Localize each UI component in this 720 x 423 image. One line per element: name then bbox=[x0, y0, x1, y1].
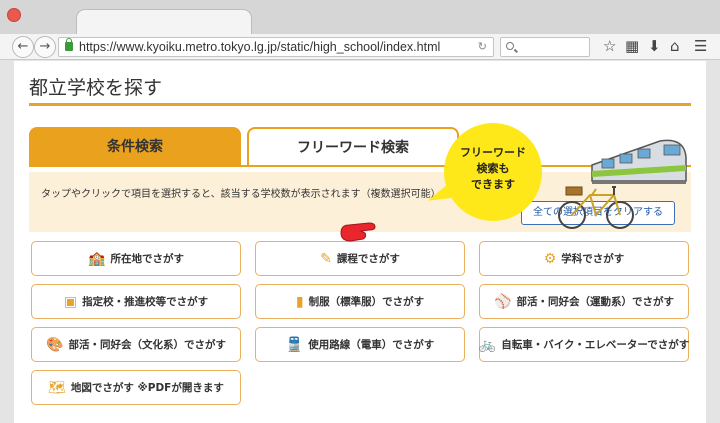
browser-tab[interactable] bbox=[76, 9, 252, 35]
window-close-button[interactable] bbox=[7, 8, 21, 22]
search-by-department-button[interactable]: ⚙ 学科でさがす bbox=[479, 241, 689, 276]
search-icon bbox=[506, 42, 514, 50]
button-label: 使用路線（電車）でさがす bbox=[308, 339, 435, 351]
bookmark-star-icon[interactable]: ☆ bbox=[603, 37, 616, 55]
search-by-bicycle-button[interactable]: 🚲 自転車・バイク・エレベーターでさがす bbox=[479, 327, 689, 362]
map-icon: 🗺 bbox=[48, 379, 66, 396]
palette-icon: 🎨 bbox=[46, 336, 64, 353]
browser-toolbar: ← → https://www.kyoiku.metro.tokyo.lg.jp… bbox=[0, 34, 720, 60]
title-divider bbox=[29, 103, 691, 106]
button-label: 部活・同好会（文化系）でさがす bbox=[68, 339, 226, 351]
document-icon: ▣ bbox=[63, 293, 78, 310]
freeword-callout-bubble: フリーワード 検索も できます bbox=[444, 123, 542, 221]
button-label: 地図でさがす ※PDFが開きます bbox=[70, 382, 224, 394]
train-illustration bbox=[591, 139, 687, 184]
bookmarks-list-icon[interactable]: ▦ bbox=[625, 37, 639, 55]
callout-text: フリーワード 検索も できます bbox=[460, 146, 526, 191]
button-label: 課程でさがす bbox=[336, 253, 400, 265]
tab-freeword-search[interactable]: フリーワード検索 bbox=[247, 127, 459, 167]
search-by-culture-club-button[interactable]: 🎨 部活・同好会（文化系）でさがす bbox=[31, 327, 241, 362]
forward-arrow-icon[interactable]: → bbox=[34, 36, 56, 58]
reload-icon[interactable]: ↻ bbox=[478, 40, 487, 53]
search-by-map-button[interactable]: 🗺 地図でさがす ※PDFが開きます bbox=[31, 370, 241, 405]
download-icon[interactable]: ⬇ bbox=[648, 37, 661, 55]
pencil-icon: ✎ bbox=[320, 250, 332, 267]
gear-icon: ⚙ bbox=[543, 250, 557, 267]
train-bicycle-illustration bbox=[558, 139, 687, 229]
bicycle-illustration bbox=[558, 186, 634, 229]
bicycle-icon: 🚲 bbox=[478, 336, 497, 353]
menu-icon[interactable]: ☰ bbox=[694, 37, 707, 55]
button-label: 指定校・推進校等でさがす bbox=[82, 296, 209, 308]
button-label: 部活・同好会（運動系）でさがす bbox=[516, 296, 674, 308]
home-icon[interactable]: ⌂ bbox=[670, 37, 680, 55]
button-label: 所在地でさがす bbox=[110, 253, 184, 265]
button-label: 自転車・バイク・エレベーターでさがす bbox=[501, 339, 690, 351]
search-by-course-button[interactable]: ✎ 課程でさがす bbox=[255, 241, 465, 276]
button-label: 制服（標準服）でさがす bbox=[308, 296, 425, 308]
url-text: https://www.kyoiku.metro.tokyo.lg.jp/sta… bbox=[79, 40, 441, 54]
page-title: 都立学校を探す bbox=[29, 77, 163, 99]
baseball-bat-icon: ⚾ bbox=[494, 293, 512, 310]
button-label: 学科でさがす bbox=[561, 253, 625, 265]
instruction-text: タップやクリックで項目を選択すると、該当する学校数が表示されます（複数選択可能）… bbox=[41, 189, 446, 200]
train-icon: 🚆 bbox=[285, 336, 304, 353]
back-arrow-icon[interactable]: ← bbox=[12, 36, 34, 58]
search-by-uniform-button[interactable]: ▮ 制服（標準服）でさがす bbox=[255, 284, 465, 319]
browser-titlebar bbox=[0, 0, 720, 35]
uniform-icon: ▮ bbox=[295, 293, 304, 310]
school-building-icon: 🏫 bbox=[88, 250, 106, 267]
lock-icon bbox=[65, 38, 73, 51]
address-bar[interactable]: https://www.kyoiku.metro.tokyo.lg.jp/sta… bbox=[58, 37, 494, 57]
search-by-designated-school-button[interactable]: ▣ 指定校・推進校等でさがす bbox=[31, 284, 241, 319]
search-by-sports-club-button[interactable]: ⚾ 部活・同好会（運動系）でさがす bbox=[479, 284, 689, 319]
search-by-train-line-button[interactable]: 🚆 使用路線（電車）でさがす bbox=[255, 327, 465, 362]
page-content: 都立学校を探す 条件検索 フリーワード検索 フリーワード 検索も できます タッ… bbox=[14, 61, 706, 423]
pointing-hand-icon bbox=[340, 222, 376, 242]
browser-search-input[interactable] bbox=[500, 37, 590, 57]
search-by-location-button[interactable]: 🏫 所在地でさがす bbox=[31, 241, 241, 276]
tab-condition-search[interactable]: 条件検索 bbox=[29, 127, 241, 167]
